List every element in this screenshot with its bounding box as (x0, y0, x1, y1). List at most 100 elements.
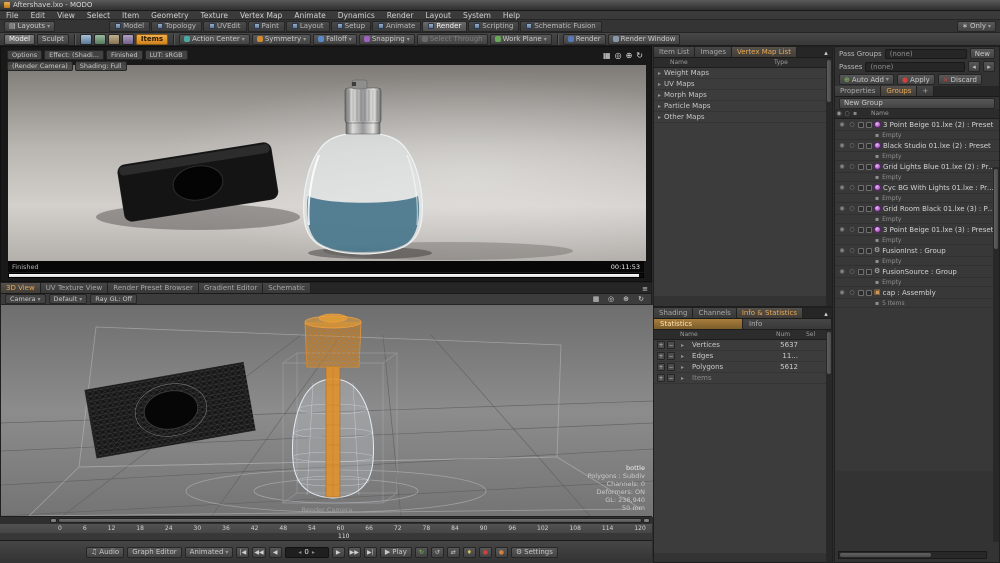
auto-add-dropdown[interactable]: ⊕Auto Add▾ (839, 74, 894, 85)
zoom-icon[interactable]: ◎ (605, 294, 617, 305)
panel-expand-icon[interactable]: ▴ (820, 308, 832, 319)
next-key-button[interactable]: ▶▶ (348, 547, 361, 558)
settings-button[interactable]: ⚙Settings (511, 547, 558, 558)
work-plane-dropdown[interactable]: Work Plane▾ (490, 34, 552, 45)
solo-radio-icon[interactable]: ○ (848, 121, 856, 128)
viewport-camera-dropdown[interactable]: Camera▾ (5, 294, 46, 304)
tab-images[interactable]: Images (695, 47, 732, 57)
checkbox[interactable] (866, 122, 872, 128)
expand-caret-icon[interactable]: ▸ (658, 103, 661, 110)
menu-item[interactable]: Item (116, 11, 145, 20)
expand-caret-icon[interactable]: ▸ (681, 353, 684, 360)
new-pass-group-button[interactable]: New (970, 48, 995, 59)
expand-caret-icon[interactable]: ▸ (658, 92, 661, 99)
tab-item-list[interactable]: Item List (654, 47, 695, 57)
step-back-button[interactable]: ◀ (269, 547, 282, 558)
eye-icon[interactable]: ◉ (838, 205, 846, 212)
render-finished-dropdown[interactable]: Finished (106, 50, 143, 60)
add-to-selection-button[interactable]: + (657, 363, 665, 371)
checkbox[interactable] (858, 227, 864, 233)
sculpt-mode-button[interactable]: Sculpt (37, 34, 69, 45)
play-button[interactable]: ▶Play (380, 547, 412, 558)
checkbox[interactable] (866, 269, 872, 275)
vertex-map-row-particle-maps[interactable]: ▸Particle Maps (654, 101, 832, 112)
next-pass-icon[interactable]: ▸ (983, 61, 995, 72)
remove-from-selection-button[interactable]: − (667, 363, 675, 371)
panel-expand-icon[interactable]: ▴ (820, 47, 832, 58)
render-button[interactable]: Render (563, 34, 606, 45)
pan-icon[interactable]: ⊕ (626, 51, 633, 60)
solo-radio-icon[interactable]: ○ (848, 142, 856, 149)
pan-icon[interactable]: ⊕ (620, 294, 632, 305)
grid-icon[interactable]: ▦ (603, 51, 611, 60)
remove-from-selection-button[interactable]: − (667, 374, 675, 382)
autokey-icon[interactable]: ● (495, 547, 508, 558)
eye-icon[interactable]: ◉ (838, 247, 846, 254)
expand-caret-icon[interactable]: ▸ (681, 375, 684, 382)
menu-file[interactable]: File (0, 11, 25, 20)
menu-texture[interactable]: Texture (195, 11, 234, 20)
range-end-handle[interactable] (643, 518, 650, 523)
stat-row-vertices[interactable]: +− ▸ Vertices5637 (654, 340, 832, 351)
viewport-style-dropdown[interactable]: Default▾ (49, 294, 88, 304)
menu-layout[interactable]: Layout (419, 11, 457, 20)
sync-icon[interactable]: ⇄ (447, 547, 460, 558)
menu-edit[interactable]: Edit (25, 11, 52, 20)
frame-step-down-icon[interactable]: ◂ (298, 549, 301, 556)
raygl-toggle[interactable]: Ray GL: Off (90, 294, 137, 304)
vertex-map-row-other-maps[interactable]: ▸Other Maps (654, 112, 832, 123)
edges-mode-icon[interactable] (94, 34, 106, 45)
layouts-button[interactable]: ▤ Layouts ▾ (4, 21, 55, 32)
items-mode-button[interactable]: Items (136, 34, 168, 45)
scrollbar-handle[interactable] (840, 553, 931, 557)
polygons-mode-icon[interactable] (108, 34, 120, 45)
expand-caret-icon[interactable]: ▸ (681, 342, 684, 349)
zoom-icon[interactable]: ◎ (615, 51, 622, 60)
tab-uv-texture-view[interactable]: UV Texture View (41, 283, 109, 293)
panel-menu-icon[interactable]: ≡ (639, 283, 651, 294)
select-through-button[interactable]: Select Through (417, 34, 488, 45)
loop-icon[interactable]: ↻ (415, 547, 428, 558)
eye-icon[interactable]: ◉ (838, 184, 846, 191)
refresh-icon[interactable]: ↻ (636, 51, 643, 60)
render-camera-dropdown[interactable]: (Render Camera) (7, 61, 73, 71)
layout-tab-uvedit[interactable]: UVEdit (203, 21, 246, 32)
expand-caret-icon[interactable]: ▸ (681, 364, 684, 371)
pass-groups-dropdown[interactable]: (none) (885, 49, 967, 59)
remove-from-selection-button[interactable]: − (667, 352, 675, 360)
eye-icon[interactable]: ◉ (838, 289, 846, 296)
previous-pass-icon[interactable]: ◂ (968, 61, 980, 72)
stat-row-items[interactable]: +− ▸ Items (654, 373, 832, 384)
timeline-current-row[interactable]: 110 (0, 533, 652, 540)
solo-radio-icon[interactable]: ○ (848, 163, 856, 170)
tab-vertex-map-list[interactable]: Vertex Map List (732, 47, 797, 57)
layout-tab-scripting[interactable]: Scripting (468, 21, 519, 32)
add-to-selection-button[interactable]: + (657, 341, 665, 349)
eye-icon[interactable]: ◉ (838, 268, 846, 275)
tab-schematic[interactable]: Schematic (263, 283, 311, 293)
solo-radio-icon[interactable]: ○ (848, 205, 856, 212)
solo-radio-icon[interactable]: ○ (848, 226, 856, 233)
record-icon[interactable]: ● (479, 547, 492, 558)
expand-caret-icon[interactable]: ▸ (658, 81, 661, 88)
tab-shading[interactable]: Shading (654, 308, 693, 318)
frame-step-up-icon[interactable]: ▸ (312, 549, 315, 556)
vertical-scrollbar[interactable] (826, 58, 832, 306)
stat-row-polygons[interactable]: +− ▸ Polygons5612 (654, 362, 832, 373)
vertex-map-row-uv-maps[interactable]: ▸UV Maps (654, 79, 832, 90)
key-icon[interactable]: ♦ (463, 547, 476, 558)
checkbox[interactable] (858, 122, 864, 128)
tab-add[interactable]: + (917, 86, 934, 96)
layout-tab-layout[interactable]: Layout (286, 21, 330, 32)
stat-row-edges[interactable]: +− ▸ Edges11... (654, 351, 832, 362)
render-options-button[interactable]: Options (7, 50, 42, 60)
add-to-selection-button[interactable]: + (657, 374, 665, 382)
checkbox[interactable] (866, 143, 872, 149)
tab-properties[interactable]: Properties (835, 86, 881, 96)
vertex-map-row-weight-maps[interactable]: ▸Weight Maps (654, 68, 832, 79)
animated-dropdown[interactable]: Animated▾ (185, 547, 234, 558)
checkbox[interactable] (858, 164, 864, 170)
expand-caret-icon[interactable]: ▸ (658, 114, 661, 121)
checkbox[interactable] (858, 248, 864, 254)
layout-tab-schematic-fusion[interactable]: Schematic Fusion (520, 21, 601, 32)
